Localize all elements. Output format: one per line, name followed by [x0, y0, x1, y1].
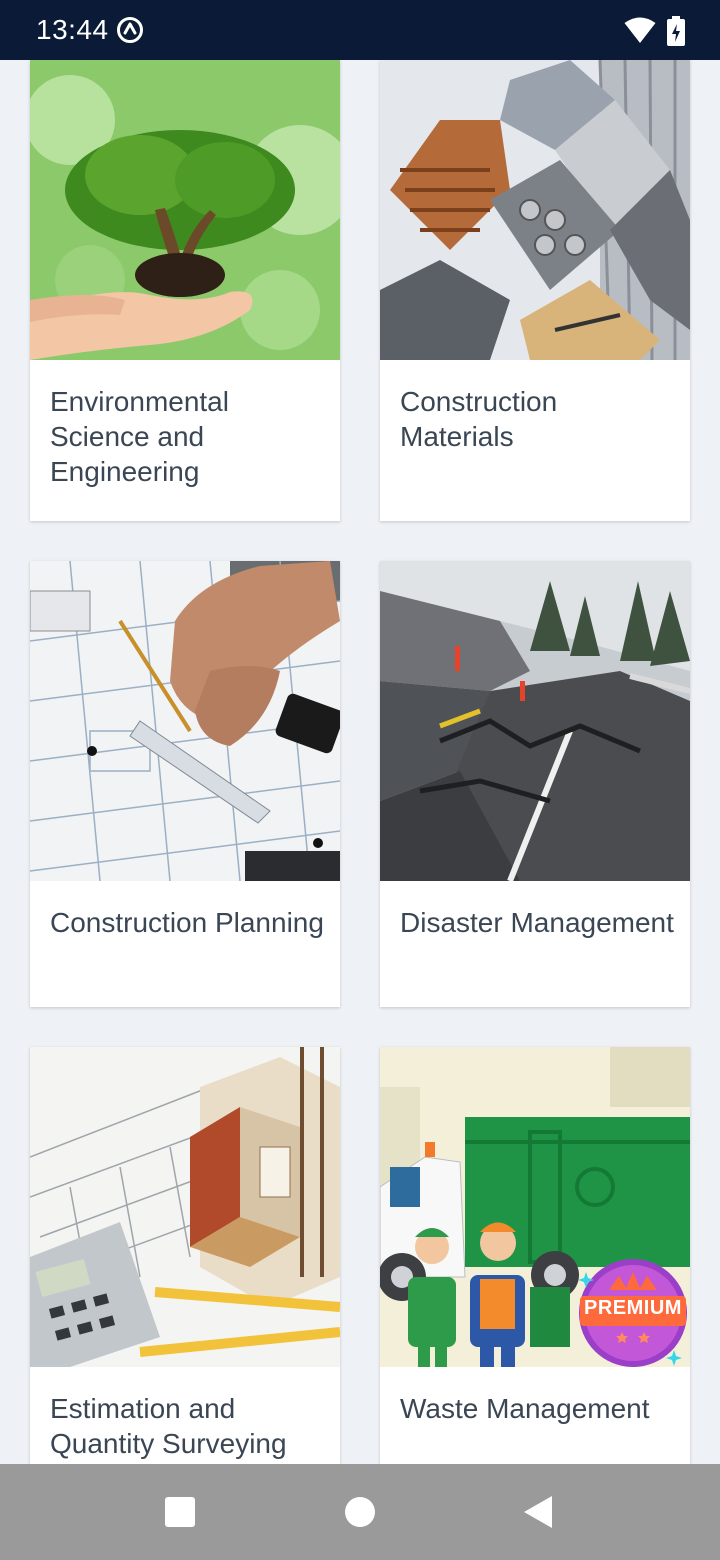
- course-card-materials[interactable]: Construction Materials: [380, 60, 690, 521]
- premium-badge-button[interactable]: PREMIUM: [574, 1254, 692, 1372]
- course-card-planning[interactable]: Construction Planning: [30, 561, 340, 1007]
- house-model-calculator-image: [30, 1047, 340, 1367]
- course-card-environmental[interactable]: Environmental Science and Engineering: [30, 60, 340, 521]
- course-title: Estimation and Quantity Surveying: [50, 1393, 287, 1459]
- course-title: Waste Management: [400, 1393, 650, 1424]
- home-icon[interactable]: [345, 1497, 375, 1527]
- cracked-road-image: [380, 561, 690, 881]
- battery-charging-icon: [667, 16, 685, 46]
- app-notification-icon: [117, 17, 143, 43]
- course-title: Disaster Management: [400, 907, 674, 938]
- wifi-icon: [624, 17, 656, 43]
- back-icon[interactable]: [522, 1495, 554, 1529]
- course-title: Construction Materials: [400, 386, 558, 452]
- premium-label: PREMIUM: [584, 1297, 682, 1319]
- course-title: Environmental Science and Engineering: [50, 386, 229, 487]
- system-nav-bar: [0, 1464, 720, 1560]
- course-card-estimation[interactable]: Estimation and Quantity Surveying: [30, 1047, 340, 1464]
- status-time: 13:44: [36, 14, 109, 45]
- recents-icon[interactable]: [165, 1497, 195, 1527]
- materials-collage-image: [380, 60, 690, 360]
- blueprint-drafting-image: [30, 561, 340, 881]
- course-card-disaster[interactable]: Disaster Management: [380, 561, 690, 1007]
- course-title: Construction Planning: [50, 907, 324, 938]
- tree-in-hands-image: [30, 60, 340, 360]
- status-bar: 13:44: [0, 0, 720, 60]
